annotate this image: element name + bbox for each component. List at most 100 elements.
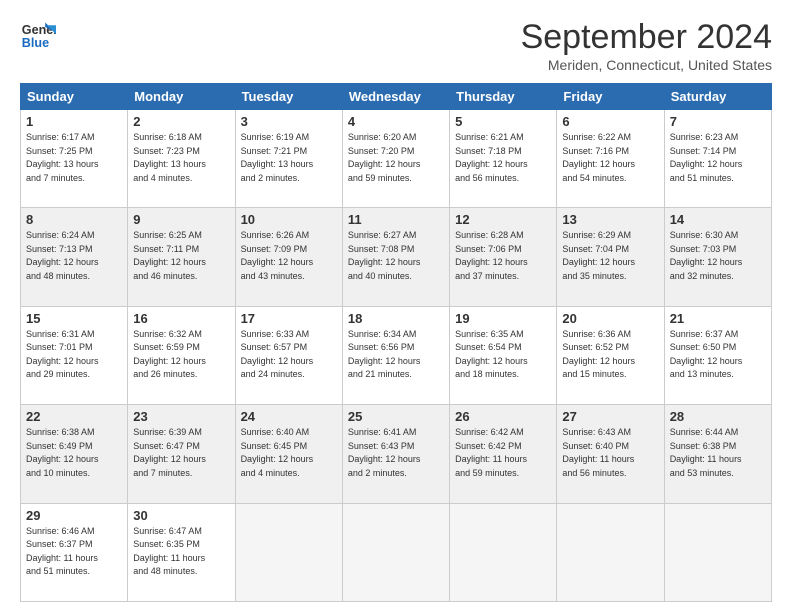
table-row: 4 Sunrise: 6:20 AMSunset: 7:20 PMDaylight… [342, 110, 449, 208]
day-number: 29 [26, 508, 122, 523]
day-number: 20 [562, 311, 658, 326]
day-number: 12 [455, 212, 551, 227]
day-number: 17 [241, 311, 337, 326]
day-number: 15 [26, 311, 122, 326]
week-row-4: 22Sunrise: 6:38 AMSunset: 6:49 PMDayligh… [21, 405, 772, 503]
table-row: 7 Sunrise: 6:23 AMSunset: 7:14 PMDaylight… [664, 110, 771, 208]
day-number: 30 [133, 508, 229, 523]
day-number: 23 [133, 409, 229, 424]
day-number: 8 [26, 212, 122, 227]
day-info: Sunrise: 6:22 AMSunset: 7:16 PMDaylight:… [562, 131, 658, 185]
day-number: 24 [241, 409, 337, 424]
table-row: 29 Sunrise: 6:46 AMSunset: 6:37 PMDayligh… [21, 503, 128, 601]
header-wednesday: Wednesday [342, 84, 449, 110]
day-number: 25 [348, 409, 444, 424]
day-info: Sunrise: 6:26 AMSunset: 7:09 PMDaylight:… [241, 229, 337, 283]
day-number: 3 [241, 114, 337, 129]
day-info: Sunrise: 6:35 AMSunset: 6:54 PMDaylight:… [455, 328, 551, 382]
week-row-2: 8 Sunrise: 6:24 AMSunset: 7:13 PMDaylight… [21, 208, 772, 306]
day-number: 26 [455, 409, 551, 424]
table-row: 9Sunrise: 6:25 AMSunset: 7:11 PMDaylight… [128, 208, 235, 306]
day-number: 18 [348, 311, 444, 326]
week-row-1: 1 Sunrise: 6:17 AMSunset: 7:25 PMDaylight… [21, 110, 772, 208]
table-row: 25 Sunrise: 6:41 AMSunset: 6:43 PMDayligh… [342, 405, 449, 503]
day-info: Sunrise: 6:19 AMSunset: 7:21 PMDaylight:… [241, 131, 337, 185]
day-info: Sunrise: 6:41 AMSunset: 6:43 PMDaylight:… [348, 426, 444, 480]
table-row: 24 Sunrise: 6:40 AMSunset: 6:45 PMDayligh… [235, 405, 342, 503]
table-row [342, 503, 449, 601]
header-thursday: Thursday [450, 84, 557, 110]
day-info: Sunrise: 6:32 AMSunset: 6:59 PMDaylight:… [133, 328, 229, 382]
day-number: 10 [241, 212, 337, 227]
table-row: 21 Sunrise: 6:37 AMSunset: 6:50 PMDayligh… [664, 306, 771, 404]
day-info: Sunrise: 6:47 AMSunset: 6:35 PMDaylight:… [133, 525, 229, 579]
table-row: 30 Sunrise: 6:47 AMSunset: 6:35 PMDayligh… [128, 503, 235, 601]
table-row: 12Sunrise: 6:28 AMSunset: 7:06 PMDayligh… [450, 208, 557, 306]
location: Meriden, Connecticut, United States [521, 57, 772, 73]
svg-text:Blue: Blue [22, 36, 49, 50]
day-info: Sunrise: 6:43 AMSunset: 6:40 PMDaylight:… [562, 426, 658, 480]
table-row: 20 Sunrise: 6:36 AMSunset: 6:52 PMDayligh… [557, 306, 664, 404]
table-row: 1 Sunrise: 6:17 AMSunset: 7:25 PMDaylight… [21, 110, 128, 208]
day-info: Sunrise: 6:40 AMSunset: 6:45 PMDaylight:… [241, 426, 337, 480]
day-number: 27 [562, 409, 658, 424]
day-info: Sunrise: 6:20 AMSunset: 7:20 PMDaylight:… [348, 131, 444, 185]
day-info: Sunrise: 6:24 AMSunset: 7:13 PMDaylight:… [26, 229, 122, 283]
day-info: Sunrise: 6:44 AMSunset: 6:38 PMDaylight:… [670, 426, 766, 480]
day-number: 16 [133, 311, 229, 326]
day-info: Sunrise: 6:27 AMSunset: 7:08 PMDaylight:… [348, 229, 444, 283]
day-info: Sunrise: 6:18 AMSunset: 7:23 PMDaylight:… [133, 131, 229, 185]
day-info: Sunrise: 6:36 AMSunset: 6:52 PMDaylight:… [562, 328, 658, 382]
general-blue-logo-icon: General Blue [20, 18, 56, 54]
day-number: 19 [455, 311, 551, 326]
table-row: 23 Sunrise: 6:39 AMSunset: 6:47 PMDayligh… [128, 405, 235, 503]
month-title: September 2024 [521, 18, 772, 57]
day-number: 21 [670, 311, 766, 326]
table-row: 6Sunrise: 6:22 AMSunset: 7:16 PMDaylight… [557, 110, 664, 208]
table-row: 18 Sunrise: 6:34 AMSunset: 6:56 PMDayligh… [342, 306, 449, 404]
table-row: 11Sunrise: 6:27 AMSunset: 7:08 PMDayligh… [342, 208, 449, 306]
header-sunday: Sunday [21, 84, 128, 110]
day-info: Sunrise: 6:21 AMSunset: 7:18 PMDaylight:… [455, 131, 551, 185]
logo: General Blue [20, 18, 56, 54]
page-header: General Blue September 2024 Meriden, Con… [20, 18, 772, 73]
day-number: 7 [670, 114, 766, 129]
header-tuesday: Tuesday [235, 84, 342, 110]
table-row: 22Sunrise: 6:38 AMSunset: 6:49 PMDayligh… [21, 405, 128, 503]
day-info: Sunrise: 6:39 AMSunset: 6:47 PMDaylight:… [133, 426, 229, 480]
day-info: Sunrise: 6:38 AMSunset: 6:49 PMDaylight:… [26, 426, 122, 480]
table-row: 2Sunrise: 6:18 AMSunset: 7:23 PMDaylight… [128, 110, 235, 208]
table-row: 8 Sunrise: 6:24 AMSunset: 7:13 PMDaylight… [21, 208, 128, 306]
day-number: 4 [348, 114, 444, 129]
header-monday: Monday [128, 84, 235, 110]
table-row: 10 Sunrise: 6:26 AMSunset: 7:09 PMDayligh… [235, 208, 342, 306]
table-row [450, 503, 557, 601]
day-info: Sunrise: 6:33 AMSunset: 6:57 PMDaylight:… [241, 328, 337, 382]
day-number: 1 [26, 114, 122, 129]
title-block: September 2024 Meriden, Connecticut, Uni… [521, 18, 772, 73]
table-row: 28 Sunrise: 6:44 AMSunset: 6:38 PMDayligh… [664, 405, 771, 503]
week-row-3: 15 Sunrise: 6:31 AMSunset: 7:01 PMDayligh… [21, 306, 772, 404]
weekday-header-row: Sunday Monday Tuesday Wednesday Thursday… [21, 84, 772, 110]
day-info: Sunrise: 6:34 AMSunset: 6:56 PMDaylight:… [348, 328, 444, 382]
table-row: 15 Sunrise: 6:31 AMSunset: 7:01 PMDayligh… [21, 306, 128, 404]
header-friday: Friday [557, 84, 664, 110]
table-row: 5 Sunrise: 6:21 AMSunset: 7:18 PMDaylight… [450, 110, 557, 208]
day-info: Sunrise: 6:31 AMSunset: 7:01 PMDaylight:… [26, 328, 122, 382]
table-row: 3 Sunrise: 6:19 AMSunset: 7:21 PMDaylight… [235, 110, 342, 208]
table-row: 13Sunrise: 6:29 AMSunset: 7:04 PMDayligh… [557, 208, 664, 306]
day-number: 28 [670, 409, 766, 424]
day-info: Sunrise: 6:17 AMSunset: 7:25 PMDaylight:… [26, 131, 122, 185]
day-info: Sunrise: 6:46 AMSunset: 6:37 PMDaylight:… [26, 525, 122, 579]
day-number: 5 [455, 114, 551, 129]
table-row: 17 Sunrise: 6:33 AMSunset: 6:57 PMDayligh… [235, 306, 342, 404]
day-info: Sunrise: 6:25 AMSunset: 7:11 PMDaylight:… [133, 229, 229, 283]
day-info: Sunrise: 6:23 AMSunset: 7:14 PMDaylight:… [670, 131, 766, 185]
table-row: 16 Sunrise: 6:32 AMSunset: 6:59 PMDayligh… [128, 306, 235, 404]
calendar-table: Sunday Monday Tuesday Wednesday Thursday… [20, 83, 772, 602]
day-info: Sunrise: 6:37 AMSunset: 6:50 PMDaylight:… [670, 328, 766, 382]
table-row: 26Sunrise: 6:42 AMSunset: 6:42 PMDayligh… [450, 405, 557, 503]
table-row: 19 Sunrise: 6:35 AMSunset: 6:54 PMDayligh… [450, 306, 557, 404]
day-number: 13 [562, 212, 658, 227]
week-row-5: 29 Sunrise: 6:46 AMSunset: 6:37 PMDayligh… [21, 503, 772, 601]
